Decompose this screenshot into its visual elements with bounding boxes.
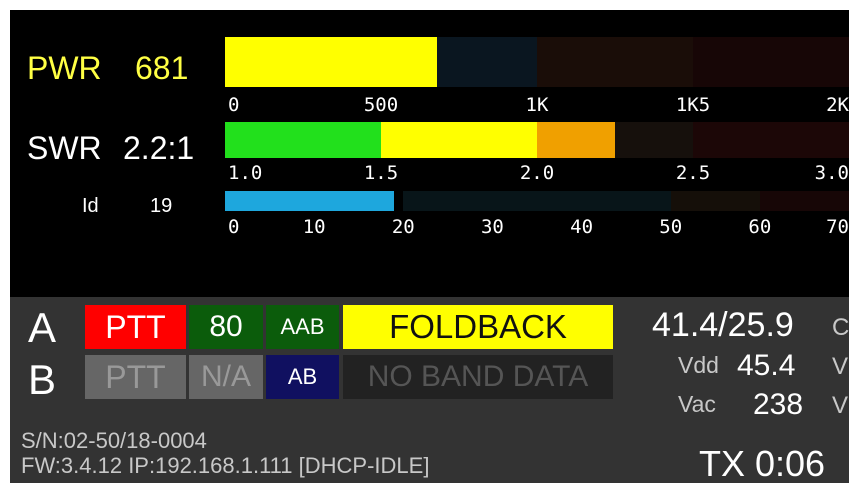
swr-zone xyxy=(693,122,849,158)
vac-value: 238 xyxy=(753,388,804,421)
row-b-letter: B xyxy=(28,356,57,403)
id-tick-label: 40 xyxy=(570,216,594,238)
pwr-scale: 0 500 1K 1K5 2K xyxy=(225,94,849,116)
vac-label: Vac xyxy=(678,391,716,417)
vac-unit: V xyxy=(832,392,849,419)
amplifier-display: PWR 681 0 500 1K 1K5 2K SWR 2.2:1 1.0 1.5 2.0 2… xyxy=(10,10,849,483)
pwr-label: PWR xyxy=(27,50,102,86)
row-a-ptt-indicator: PTT xyxy=(85,305,186,349)
id-level-fill xyxy=(225,191,395,211)
swr-level-fill xyxy=(225,122,381,158)
firmware-ip-status: FW:3.4.12 IP:192.168.1.111 [DHCP-IDLE] xyxy=(21,453,430,478)
id-label: Id xyxy=(82,195,99,217)
vdd-value: 45.4 xyxy=(737,349,796,382)
id-tick-label: 70 xyxy=(826,216,849,238)
id-zone xyxy=(403,191,671,211)
row-b-antenna: AB xyxy=(266,355,339,399)
id-tick-label: 50 xyxy=(659,216,683,238)
row-a-band: 80 xyxy=(189,305,263,349)
swr-tick-label: 2.5 xyxy=(675,162,711,184)
swr-level-fill xyxy=(381,122,537,158)
swr-tick-label: 2.0 xyxy=(519,162,555,184)
pwr-tick-label: 500 xyxy=(363,94,399,116)
id-bar-track xyxy=(225,191,849,211)
id-tick-label: 10 xyxy=(302,216,326,238)
pwr-level-fill xyxy=(225,37,438,87)
row-a-antenna: AAB xyxy=(266,305,339,349)
swr-tick-label: 3.0 xyxy=(814,162,849,184)
id-tick-label: 0 xyxy=(228,216,240,238)
row-b-ptt-indicator: PTT xyxy=(85,355,186,399)
id-tick-label: 60 xyxy=(748,216,772,238)
swr-value: 2.2:1 xyxy=(123,130,195,166)
row-b-status: NO BAND DATA xyxy=(343,355,613,399)
temperature-readout: 41.4/25.9 xyxy=(652,306,794,344)
temperature-unit: C xyxy=(832,314,849,341)
id-tick-label: 20 xyxy=(391,216,415,238)
tx-timer: TX 0:06 xyxy=(699,443,826,483)
row-a-status: FOLDBACK xyxy=(343,305,613,349)
row-a-letter: A xyxy=(28,304,57,351)
serial-number: S/N:02-50/18-0004 xyxy=(21,428,207,453)
pwr-bar-track xyxy=(225,37,849,87)
swr-tick-label: 1.5 xyxy=(363,162,399,184)
swr-level-fill xyxy=(537,122,615,158)
swr-label: SWR xyxy=(27,130,102,166)
pwr-tick-label: 1K xyxy=(525,94,549,116)
id-tick-label: 30 xyxy=(480,216,504,238)
swr-scale: 1.0 1.5 2.0 2.5 3.0 xyxy=(225,162,849,184)
row-b-band: N/A xyxy=(189,355,263,399)
pwr-tick-label: 2K xyxy=(826,94,849,116)
swr-bar-track xyxy=(225,122,849,158)
pwr-value: 681 xyxy=(135,50,189,86)
id-zone xyxy=(670,191,760,211)
swr-tick-label: 1.0 xyxy=(228,162,263,184)
id-value: 19 xyxy=(150,195,173,217)
id-zone xyxy=(759,191,849,211)
pwr-tick-label: 1K5 xyxy=(675,94,711,116)
id-scale: 0 10 20 30 40 50 60 70 xyxy=(225,216,849,238)
vdd-unit: V xyxy=(832,353,849,380)
pwr-tick-label: 0 xyxy=(228,94,240,116)
status-panel: A PTT 80 AAB FOLDBACK B PTT N/A AB NO BA… xyxy=(10,297,849,483)
pwr-zone xyxy=(537,37,693,87)
vdd-label: Vdd xyxy=(678,352,719,378)
pwr-zone xyxy=(693,37,849,87)
